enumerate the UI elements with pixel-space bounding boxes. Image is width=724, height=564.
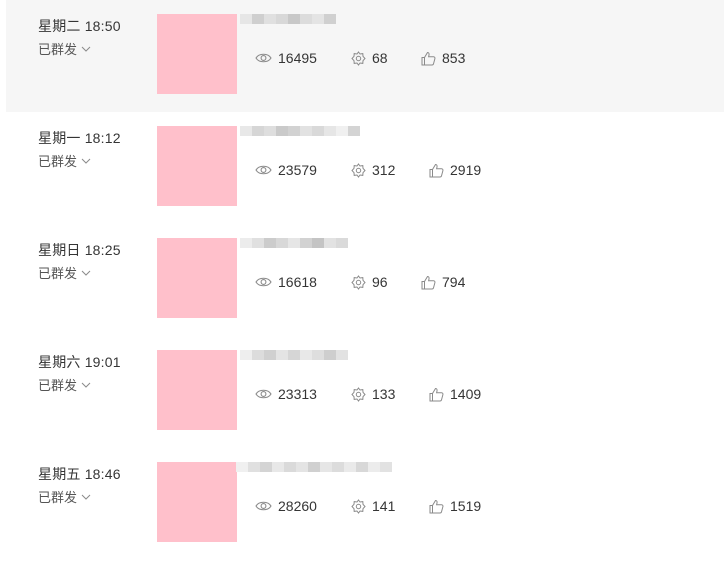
shares-count: 312 — [372, 162, 396, 178]
article-title-blurred[interactable] — [236, 462, 392, 486]
article-stats: 16618 96 794 — [255, 272, 465, 292]
likes-count: 853 — [442, 50, 466, 66]
status-dropdown[interactable]: 已群发 — [38, 151, 91, 170]
likes-stat: 2919 — [429, 162, 481, 178]
share-gear-icon — [351, 274, 366, 290]
views-count: 16618 — [278, 274, 317, 290]
eye-icon — [255, 277, 272, 287]
article-title-blurred[interactable] — [240, 126, 370, 150]
share-gear-icon — [351, 498, 366, 514]
views-count: 23579 — [278, 162, 317, 178]
thumbs-up-icon — [429, 387, 444, 401]
views-stat: 16618 — [255, 274, 351, 290]
article-list: 星期二 18:50 已群发 16495 68 853 星期一 18:12 已群发… — [0, 0, 724, 564]
article-stats: 23313 133 1409 — [255, 384, 481, 404]
views-stat: 23579 — [255, 162, 351, 178]
shares-count: 96 — [372, 274, 388, 290]
status-label: 已群发 — [38, 266, 78, 281]
publish-time: 星期二 18:50 — [38, 18, 121, 34]
eye-icon — [255, 389, 272, 399]
article-thumbnail[interactable] — [157, 350, 237, 430]
status-dropdown[interactable]: 已群发 — [38, 263, 91, 282]
thumbs-up-icon — [429, 163, 444, 177]
share-gear-icon — [351, 386, 366, 402]
likes-count: 2919 — [450, 162, 482, 178]
likes-stat: 1519 — [429, 498, 481, 514]
status-label: 已群发 — [38, 154, 78, 169]
eye-icon — [255, 53, 272, 63]
status-label: 已群发 — [38, 378, 78, 393]
status-dropdown[interactable]: 已群发 — [38, 375, 91, 394]
article-title-blurred[interactable] — [240, 238, 358, 262]
shares-stat: 133 — [351, 386, 429, 402]
article-row[interactable]: 星期日 18:25 已群发 16618 96 794 — [0, 224, 724, 336]
article-thumbnail[interactable] — [157, 14, 237, 94]
article-thumbnail[interactable] — [157, 462, 237, 542]
chevron-down-icon — [81, 158, 91, 164]
shares-count: 133 — [372, 386, 396, 402]
shares-stat: 68 — [351, 50, 421, 66]
status-label: 已群发 — [38, 42, 78, 57]
publish-time: 星期日 18:25 — [38, 242, 121, 258]
article-title-blurred[interactable] — [240, 14, 370, 38]
article-row[interactable]: 星期二 18:50 已群发 16495 68 853 — [6, 0, 724, 112]
article-thumbnail[interactable] — [157, 238, 237, 318]
likes-stat: 853 — [421, 50, 465, 66]
chevron-down-icon — [81, 46, 91, 52]
eye-icon — [255, 165, 272, 175]
chevron-down-icon — [81, 270, 91, 276]
status-dropdown[interactable]: 已群发 — [38, 487, 91, 506]
likes-count: 1409 — [450, 386, 482, 402]
article-row[interactable]: 星期一 18:12 已群发 23579 312 2919 — [0, 112, 724, 224]
article-stats: 28260 141 1519 — [255, 496, 481, 516]
views-stat: 28260 — [255, 498, 351, 514]
thumbs-up-icon — [421, 51, 436, 65]
publish-time: 星期五 18:46 — [38, 466, 121, 482]
shares-stat: 96 — [351, 274, 421, 290]
publish-time: 星期一 18:12 — [38, 130, 121, 146]
status-label: 已群发 — [38, 490, 78, 505]
shares-stat: 312 — [351, 162, 429, 178]
shares-count: 141 — [372, 498, 396, 514]
article-thumbnail[interactable] — [157, 126, 237, 206]
shares-count: 68 — [372, 50, 388, 66]
views-count: 28260 — [278, 498, 317, 514]
article-row[interactable]: 星期五 18:46 已群发 28260 141 1519 — [0, 448, 724, 560]
thumbs-up-icon — [421, 275, 436, 289]
article-row[interactable]: 星期六 19:01 已群发 23313 133 1409 — [0, 336, 724, 448]
views-count: 16495 — [278, 50, 317, 66]
status-dropdown[interactable]: 已群发 — [38, 39, 91, 58]
eye-icon — [255, 501, 272, 511]
likes-count: 794 — [442, 274, 466, 290]
chevron-down-icon — [81, 382, 91, 388]
chevron-down-icon — [81, 494, 91, 500]
share-gear-icon — [351, 162, 366, 178]
likes-stat: 1409 — [429, 386, 481, 402]
views-count: 23313 — [278, 386, 317, 402]
shares-stat: 141 — [351, 498, 429, 514]
article-stats: 23579 312 2919 — [255, 160, 481, 180]
views-stat: 23313 — [255, 386, 351, 402]
share-gear-icon — [351, 50, 366, 66]
article-title-blurred[interactable] — [240, 350, 358, 374]
views-stat: 16495 — [255, 50, 351, 66]
likes-count: 1519 — [450, 498, 482, 514]
article-stats: 16495 68 853 — [255, 48, 465, 68]
thumbs-up-icon — [429, 499, 444, 513]
likes-stat: 794 — [421, 274, 465, 290]
publish-time: 星期六 19:01 — [38, 354, 121, 370]
